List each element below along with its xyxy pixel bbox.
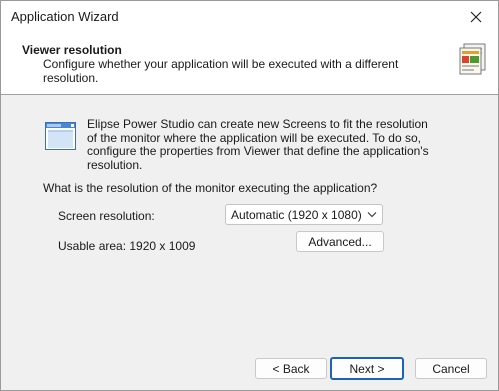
close-button[interactable] — [454, 1, 498, 32]
close-icon — [470, 11, 482, 22]
cancel-button[interactable]: Cancel — [415, 358, 487, 379]
advanced-button[interactable]: Advanced... — [296, 231, 384, 252]
wizard-header: Viewer resolution Configure whether your… — [1, 32, 498, 95]
info-text: Elipse Power Studio can create new Scree… — [87, 117, 429, 172]
screen-resolution-select[interactable]: Automatic (1920 x 1080) — [225, 204, 383, 225]
usable-area-text: Usable area: 1920 x 1009 — [58, 239, 196, 253]
next-button[interactable]: Next > — [330, 357, 404, 380]
title-bar: Application Wizard — [1, 1, 498, 32]
screen-resolution-label: Screen resolution: — [58, 209, 155, 223]
application-window-icon — [45, 122, 76, 150]
resolution-question: What is the resolution of the monitor ex… — [43, 181, 378, 195]
wizard-documents-icon — [459, 43, 486, 75]
page-title: Viewer resolution — [22, 43, 122, 57]
wizard-window: Application Wizard Viewer resolution Con… — [0, 0, 499, 391]
page-subtitle: Configure whether your application will … — [43, 57, 399, 85]
window-title: Application Wizard — [11, 9, 119, 24]
chevron-down-icon — [367, 212, 377, 218]
back-button[interactable]: < Back — [255, 358, 327, 379]
screen-resolution-value: Automatic (1920 x 1080) — [231, 207, 362, 222]
